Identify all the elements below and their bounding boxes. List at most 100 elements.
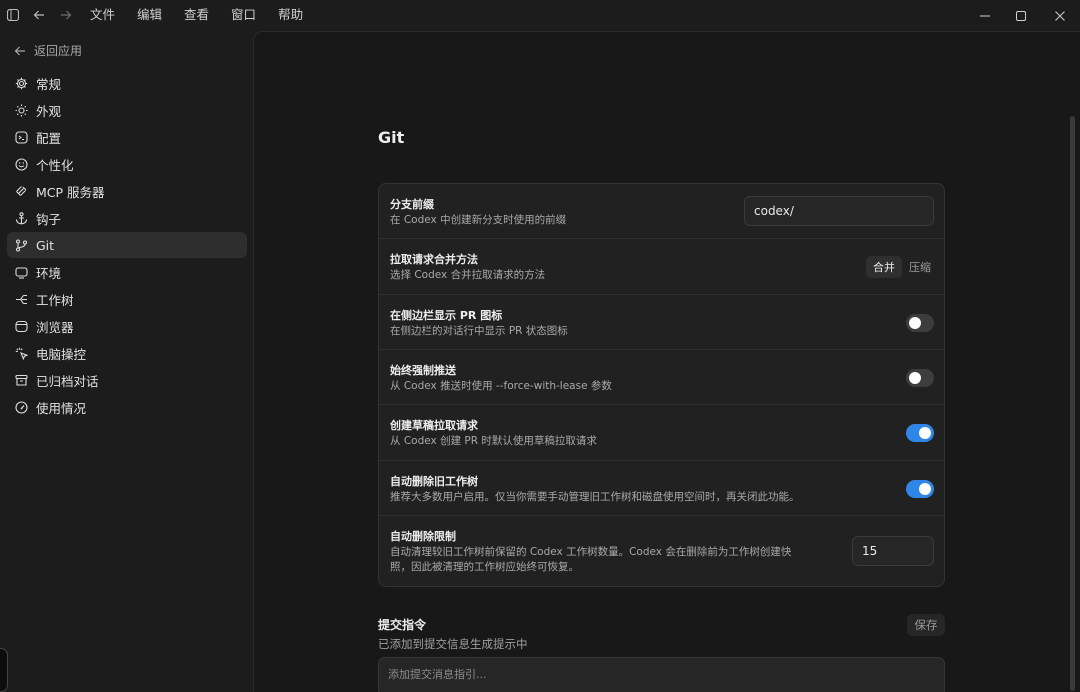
menu-edit[interactable]: 编辑 [137,6,162,24]
commit-instructions-title: 提交指令 [378,618,427,632]
setting-desc-line2: 照，因此被清理的工作树应始终可恢复。 [390,561,579,573]
setting-desc: 从 Codex 推送时使用 --force-with-lease 参数 [390,380,612,392]
gauge-icon [14,400,28,414]
setting-desc: 选择 Codex 合并拉取请求的方法 [390,269,546,281]
setting-title: 始终强制推送 [390,364,456,377]
commit-instructions-textarea[interactable]: 添加提交消息指引... [378,657,945,692]
close-icon[interactable] [1050,6,1070,26]
pr-icon-toggle[interactable] [906,314,934,332]
setting-title: 创建草稿拉取请求 [390,419,478,432]
anchor-icon [14,211,28,225]
sidebar-item-label: Git [36,237,55,253]
sidebar-item-label: 工作树 [36,292,74,308]
merge-method-segmented: 合并 压缩 [866,256,938,278]
save-button[interactable]: 保存 [907,614,945,636]
setting-row-branch-prefix: 分支前缀 在 Codex 中创建新分支时使用的前缀 codex/ [379,184,944,239]
scrollbar[interactable] [1070,116,1075,691]
smile-icon [14,157,28,171]
sidebar-item-label: 配置 [36,130,62,146]
menu-bar: 文件 编辑 查看 窗口 帮助 [90,6,325,24]
git-settings-card: 分支前缀 在 Codex 中创建新分支时使用的前缀 codex/ 拉取请求合并方… [378,183,945,587]
sidebar-item-label: 电脑操控 [36,346,87,362]
setting-row-pr-icon: 在侧边栏显示 PR 图标 在侧边栏的对话行中显示 PR 状态图标 [379,295,944,350]
sidebar-item-personalization[interactable]: 个性化 [7,151,247,177]
setting-title: 在侧边栏显示 PR 图标 [390,309,503,322]
minimize-icon[interactable] [975,6,995,26]
draft-pr-toggle[interactable] [906,424,934,442]
sidebar-item-label: 个性化 [36,157,74,173]
forward-arrow-icon[interactable] [59,8,73,22]
setting-title: 拉取请求合并方法 [390,253,478,266]
git-branch-icon [14,238,28,252]
sidebar-item-label: 环境 [36,265,62,281]
archive-icon [14,373,28,387]
setting-row-auto-delete-limit: 自动删除限制 自动清理较旧工作树前保留的 Codex 工作树数量。Codex 会… [379,516,944,586]
sidebar-item-label: 浏览器 [36,319,74,335]
sidebar-item-label: 外观 [36,103,62,119]
sidebar-item-label: 使用情况 [36,400,87,416]
branch-prefix-input[interactable]: codex/ [744,196,934,226]
cursor-click-icon [14,346,28,360]
arrow-left-icon [14,46,25,55]
sidebar-item-computer-control[interactable]: 电脑操控 [7,340,247,366]
sidebar-item-browser[interactable]: 浏览器 [7,313,247,339]
sidebar-item-git[interactable]: Git [7,232,247,258]
sidebar-item-label: MCP 服务器 [36,184,105,200]
browser-icon [14,319,28,333]
sidebar-item-environment[interactable]: 环境 [7,259,247,285]
setting-row-draft-pr: 创建草稿拉取请求 从 Codex 创建 PR 时默认使用草稿拉取请求 [379,405,944,461]
setting-desc: 在侧边栏的对话行中显示 PR 状态图标 [390,325,568,337]
sidebar-item-general[interactable]: 常规 [7,70,247,96]
auto-delete-worktree-toggle[interactable] [906,480,934,498]
settings-main-panel: Git 分支前缀 在 Codex 中创建新分支时使用的前缀 codex/ 拉取请… [253,31,1080,692]
commit-instructions-desc: 已添加到提交信息生成提示中 [378,637,528,651]
setting-desc: 从 Codex 创建 PR 时默认使用草稿拉取请求 [390,435,597,447]
toggle-knob [919,427,931,439]
force-push-toggle[interactable] [906,369,934,387]
menu-file[interactable]: 文件 [90,6,115,24]
toggle-knob [919,483,931,495]
sidebar-item-usage[interactable]: 使用情况 [7,394,247,420]
setting-title: 分支前缀 [390,198,434,211]
back-arrow-icon[interactable] [32,8,46,22]
sidebar-item-label: 常规 [36,76,62,92]
back-label: 返回应用 [34,44,83,58]
sidebar-item-label: 钩子 [36,211,62,227]
sun-icon [14,103,28,117]
config-icon [14,130,28,144]
setting-title: 自动删除限制 [390,530,456,543]
mcp-icon [14,184,28,198]
sidebar-item-archived[interactable]: 已归档对话 [7,367,247,393]
toggle-knob [909,372,921,384]
sidebar-item-hooks[interactable]: 钩子 [7,205,247,231]
title-bar: 文件 编辑 查看 窗口 帮助 [0,0,1080,31]
toggle-knob [909,317,921,329]
sidebar-toggle-icon[interactable] [6,8,20,22]
setting-desc-line1: 自动清理较旧工作树前保留的 Codex 工作树数量。Codex 会在删除前为工作… [390,546,792,558]
sidebar-item-appearance[interactable]: 外观 [7,97,247,123]
menu-view[interactable]: 查看 [184,6,209,24]
corner-handle [0,648,8,692]
sidebar-item-worktree[interactable]: 工作树 [7,286,247,312]
merge-option-squash[interactable]: 压缩 [902,256,938,278]
sidebar-item-mcp[interactable]: MCP 服务器 [7,178,247,204]
sidebar-item-config[interactable]: 配置 [7,124,247,150]
settings-sidebar: 返回应用 常规 外观 配置 个性化 MCP 服务器 钩子 Git 环境 工作树 … [0,31,253,692]
auto-delete-limit-input[interactable]: 15 [852,536,934,566]
gear-icon [14,76,28,90]
menu-window[interactable]: 窗口 [231,6,256,24]
menu-help[interactable]: 帮助 [278,6,303,24]
worktree-icon [14,292,28,306]
maximize-icon[interactable] [1011,6,1031,26]
back-to-app-link[interactable]: 返回应用 [14,42,82,59]
setting-desc: 在 Codex 中创建新分支时使用的前缀 [390,214,567,226]
setting-row-auto-delete-worktree: 自动删除旧工作树 推荐大多数用户启用。仅当你需要手动管理旧工作树和磁盘使用空间时… [379,461,944,516]
monitor-icon [14,265,28,279]
setting-row-force-push: 始终强制推送 从 Codex 推送时使用 --force-with-lease … [379,350,944,405]
page-title: Git [378,128,405,147]
setting-desc: 推荐大多数用户启用。仅当你需要手动管理旧工作树和磁盘使用空间时，再关闭此功能。 [390,491,800,503]
merge-option-merge[interactable]: 合并 [866,256,902,278]
sidebar-item-label: 已归档对话 [36,373,99,389]
setting-row-merge-method: 拉取请求合并方法 选择 Codex 合并拉取请求的方法 合并 压缩 [379,239,944,295]
setting-title: 自动删除旧工作树 [390,475,478,488]
